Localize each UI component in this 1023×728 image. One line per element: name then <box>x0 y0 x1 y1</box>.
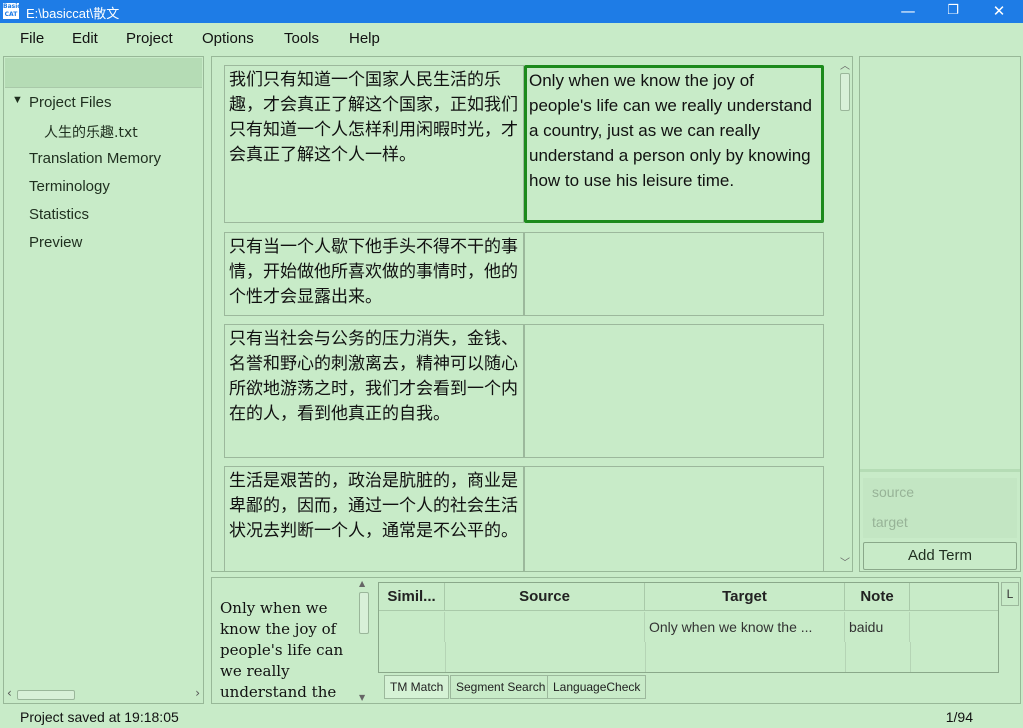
scroll-left-icon[interactable]: ‹ <box>7 686 12 700</box>
table-cell-similarity[interactable] <box>379 612 445 642</box>
column-divider <box>910 642 911 672</box>
menu-help[interactable]: Help <box>349 30 380 47</box>
scroll-up-icon[interactable]: ︿ <box>840 57 850 72</box>
segment-target-input[interactable]: Only when we know the joy of people's li… <box>524 65 824 223</box>
segment-row: 只有当一个人歇下他手头不得不干的事情，开始做他所喜欢做的事情时，他的个性才会显露… <box>224 232 825 316</box>
table-cell-target[interactable]: Only when we know the ... <box>645 612 845 642</box>
editor-vertical-scrollbar[interactable]: ︿ ﹀ <box>838 57 852 571</box>
segment-editor: 我们只有知道一个国家人民生活的乐趣，才会真正了解这个国家，正如我们只有知道一个人… <box>211 56 853 572</box>
term-panel: source target Add Term <box>859 56 1021 572</box>
table-cell-note[interactable]: baidu <box>845 612 910 642</box>
sidebar-item-translation-memory[interactable]: Translation Memory <box>29 150 161 167</box>
segment-row: 只有当社会与公务的压力消失，金钱、名誉和野心的刺激离去，精神可以随心所欲地游荡之… <box>224 324 825 458</box>
column-header-source[interactable]: Source <box>445 583 645 611</box>
scroll-down-icon[interactable]: ▼ <box>359 693 365 702</box>
segment-row: 生活是艰苦的，政治是肮脏的，商业是卑鄙的，因而，通过一个人的社会生活状况去判断一… <box>224 466 825 571</box>
menu-edit[interactable]: Edit <box>72 30 98 47</box>
bottom-panel: Only when we know the joy of people's li… <box>211 577 1021 704</box>
segment-target-input[interactable] <box>524 324 824 458</box>
side-tab[interactable]: L <box>1001 582 1019 606</box>
segment-row: 我们只有知道一个国家人民生活的乐趣，才会真正了解这个国家，正如我们只有知道一个人… <box>224 65 825 223</box>
segment-target-input[interactable] <box>524 466 824 571</box>
column-divider <box>645 642 646 672</box>
menu-file[interactable]: File <box>20 30 44 47</box>
sidebar-item-preview[interactable]: Preview <box>29 234 82 251</box>
tree-expand-icon[interactable]: ▼ <box>12 94 23 106</box>
scroll-right-icon[interactable]: › <box>195 686 200 700</box>
scroll-thumb[interactable] <box>359 592 369 634</box>
status-bar: Project saved at 19:18:05 1/94 <box>0 707 1023 728</box>
minimize-button[interactable]: — <box>885 0 931 23</box>
scroll-thumb[interactable] <box>840 73 850 111</box>
column-header-note[interactable]: Note <box>845 583 910 611</box>
app-logo-icon: Basic CAT <box>3 3 21 19</box>
menu-project[interactable]: Project <box>126 30 173 47</box>
tab-tm-match[interactable]: TM Match <box>384 675 450 699</box>
status-message: Project saved at 19:18:05 <box>20 709 179 725</box>
close-button[interactable]: ✕ <box>976 0 1022 23</box>
tab-segment-search[interactable]: Segment Search <box>450 675 552 699</box>
term-source-input[interactable]: source <box>863 478 1017 508</box>
title-bar: Basic CAT E:\basiccat\散文 — ❐ ✕ <box>0 0 1023 23</box>
column-divider <box>845 642 846 672</box>
segment-source: 生活是艰苦的，政治是肮脏的，商业是卑鄙的，因而，通过一个人的社会生活状况去判断一… <box>224 466 524 571</box>
segment-source: 只有当社会与公务的压力消失，金钱、名誉和野心的刺激离去，精神可以随心所欲地游荡之… <box>224 324 524 458</box>
column-header-empty <box>910 583 998 611</box>
segment-source: 我们只有知道一个国家人民生活的乐趣，才会真正了解这个国家，正如我们只有知道一个人… <box>224 65 524 223</box>
menu-options[interactable]: Options <box>202 30 254 47</box>
scroll-up-icon[interactable]: ▲ <box>359 579 365 588</box>
menu-bar: File Edit Project Options Tools Help <box>0 23 1023 54</box>
column-header-target[interactable]: Target <box>645 583 845 611</box>
sidebar-item-terminology[interactable]: Terminology <box>29 178 110 195</box>
tm-match-table: Simil... Source Target Note Only when we… <box>378 582 999 673</box>
menu-tools[interactable]: Tools <box>284 30 319 47</box>
sidebar-file-item[interactable]: 人生的乐趣.txt <box>44 122 138 142</box>
add-term-button[interactable]: Add Term <box>863 542 1017 570</box>
panel-divider[interactable] <box>860 469 1020 472</box>
tab-language-check[interactable]: LanguageCheck <box>547 675 647 699</box>
scroll-down-icon[interactable]: ﹀ <box>840 554 850 569</box>
preview-scrollbar[interactable]: ▲ ▼ <box>358 579 370 702</box>
column-divider <box>445 642 446 672</box>
segment-source: 只有当一个人歇下他手头不得不干的事情，开始做他所喜欢做的事情时，他的个性才会显露… <box>224 232 524 316</box>
column-header-similarity[interactable]: Simil... <box>379 583 445 611</box>
segment-target-input[interactable] <box>524 232 824 316</box>
sidebar-item-project-files[interactable]: Project Files <box>29 94 112 111</box>
table-cell-source[interactable] <box>445 612 645 642</box>
project-sidebar: ▼ Project Files 人生的乐趣.txt Translation Me… <box>3 56 204 704</box>
preview-text: Only when we know the joy of people's li… <box>220 599 344 701</box>
segment-counter: 1/94 <box>945 709 973 725</box>
sidebar-item-statistics[interactable]: Statistics <box>29 206 89 223</box>
scroll-thumb[interactable] <box>17 690 75 700</box>
sidebar-header <box>5 58 202 88</box>
maximize-button[interactable]: ❐ <box>930 0 976 23</box>
window-title: E:\basiccat\散文 <box>26 6 120 21</box>
term-target-input[interactable]: target <box>863 508 1017 538</box>
sidebar-horizontal-scrollbar[interactable]: ‹ › <box>5 686 202 702</box>
